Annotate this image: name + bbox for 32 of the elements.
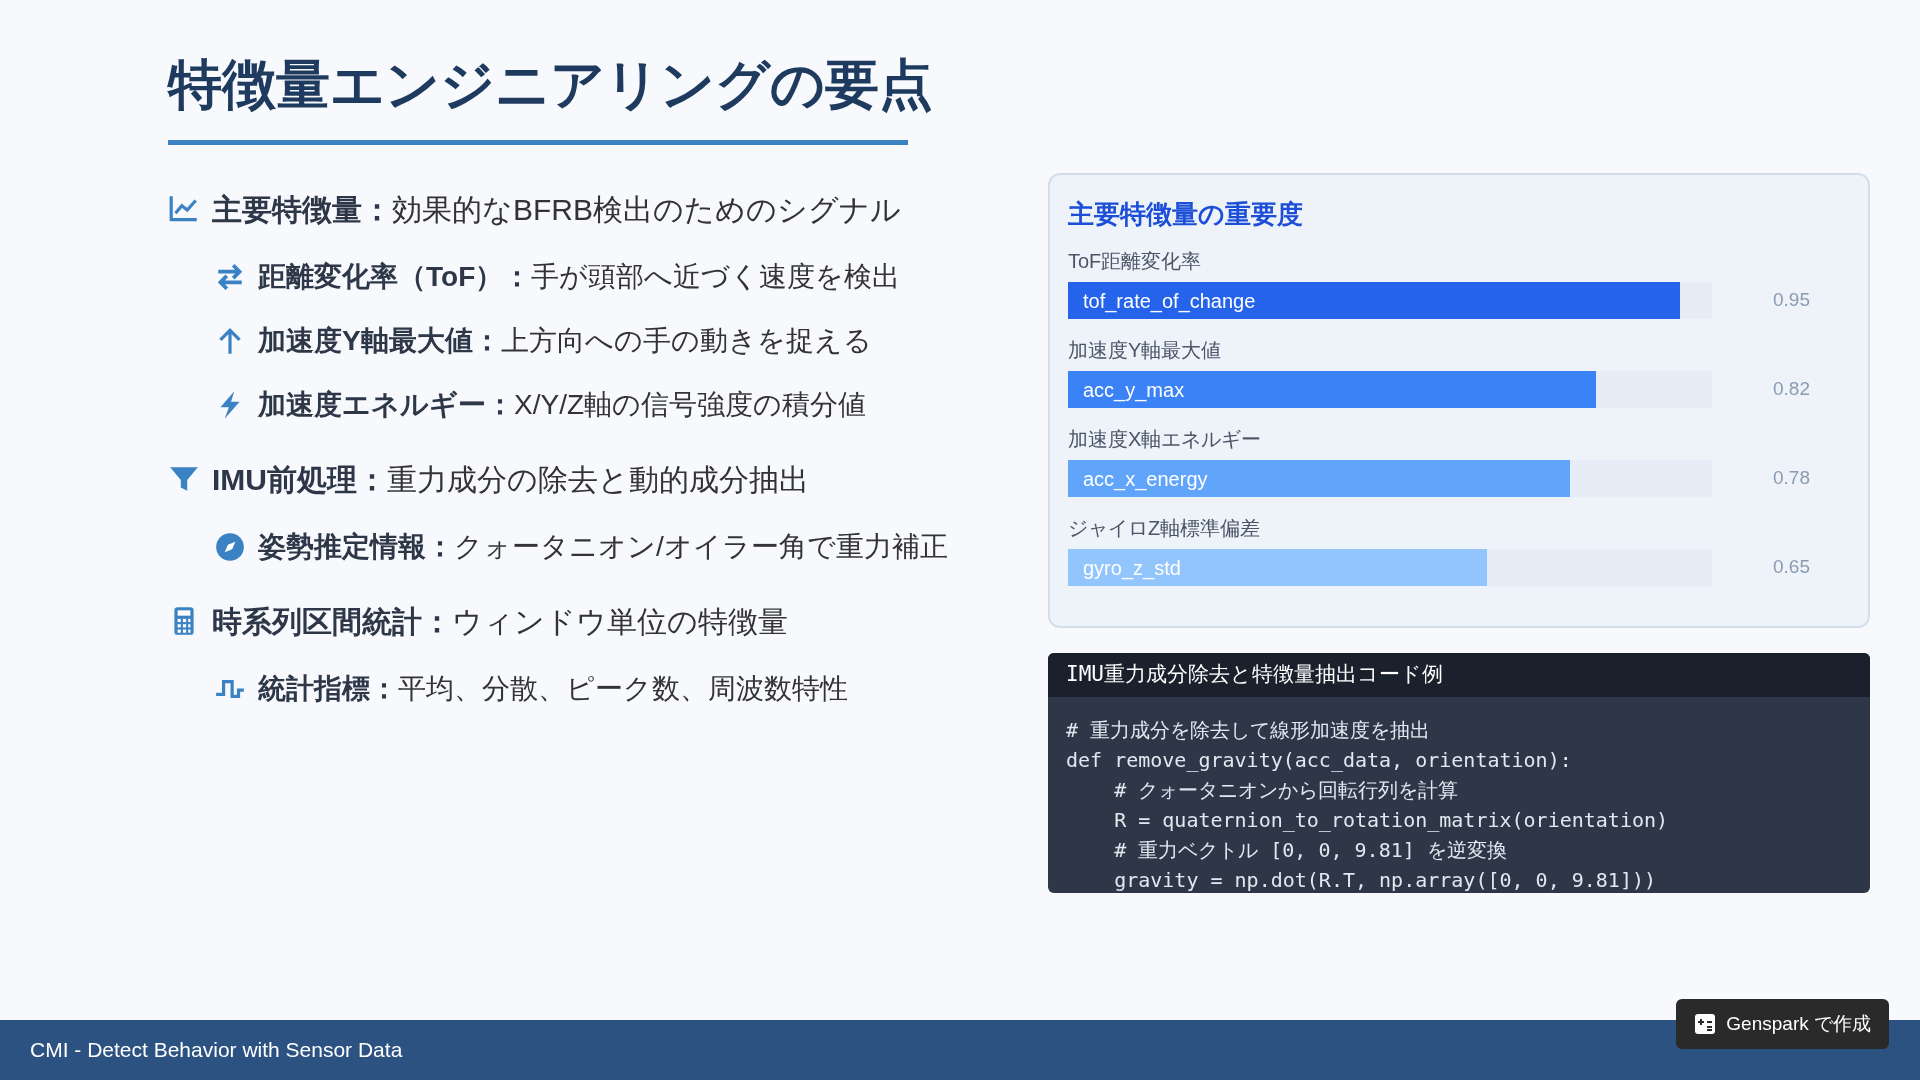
card-title: 主要特徴量の重要度: [1068, 198, 1304, 231]
key-point-text: IMU前処理：重力成分の除去と動的成分抽出: [212, 461, 809, 498]
feature-label: ジャイロZ軸標準偏差: [1068, 516, 1262, 541]
feature-label: ToF距離変化率: [1068, 249, 1203, 274]
value-label: 0.95: [1773, 288, 1810, 313]
importance-bar: gyro_z_std: [1068, 549, 1487, 586]
genspark-badge[interactable]: Genspark で作成: [1676, 999, 1889, 1049]
sub-point-text: 加速度エネルギー：X/Y/Z軸の信号強度の積分値: [258, 388, 866, 422]
footer-text: CMI - Detect Behavior with Sensor Data: [30, 1037, 403, 1064]
key-point-text: 時系列区間統計：ウィンドウ単位の特徴量: [212, 603, 788, 640]
importance-bar: acc_y_max: [1068, 371, 1597, 408]
code-line: # 重力成分を除去して線形加速度を抽出: [1066, 717, 1432, 744]
sub-point-text: 統計指標：平均、分散、ピーク数、周波数特性: [258, 672, 848, 706]
value-label: 0.65: [1773, 555, 1810, 580]
value-label: 0.78: [1773, 466, 1810, 491]
code-line: R = quaternion_to_rotation_matrix(orientation): [1113, 807, 1670, 834]
code-line: def remove_gravity(acc_data, orientation):: [1066, 747, 1573, 774]
sub-point-text: 距離変化率（ToF）：手が頭部へ近づく速度を検出: [258, 260, 901, 294]
code-line: # 重力ベクトル [0, 0, 9.81] を逆変換: [1113, 837, 1508, 864]
slide-title: 特徴量エンジニアリングの要点: [168, 52, 933, 118]
value-label: 0.82: [1773, 377, 1810, 402]
importance-bar: acc_x_energy: [1068, 460, 1571, 497]
sub-point-text: 姿勢推定情報：クォータニオン/オイラー角で重力補正: [258, 530, 948, 564]
compass-icon: [214, 531, 246, 563]
code-line: # クォータニオンから回転行列を計算: [1113, 777, 1460, 804]
key-point-text: 主要特徴量：効果的なBFRB検出のためのシグナル: [212, 191, 901, 228]
sub-point-text: 加速度Y軸最大値：上方向への手の動きを捉える: [258, 324, 872, 358]
feature-label: 加速度Y軸最大値: [1068, 338, 1223, 363]
code-line: gravity = np.dot(R.T, np.array([0, 0, 9.81])): [1113, 867, 1657, 893]
code-title: IMU重力成分除去と特徴量抽出コード例: [1048, 653, 1870, 697]
feature-label: 加速度X軸エネルギー: [1068, 427, 1263, 452]
importance-bar: tof_rate_of_change: [1068, 282, 1680, 319]
